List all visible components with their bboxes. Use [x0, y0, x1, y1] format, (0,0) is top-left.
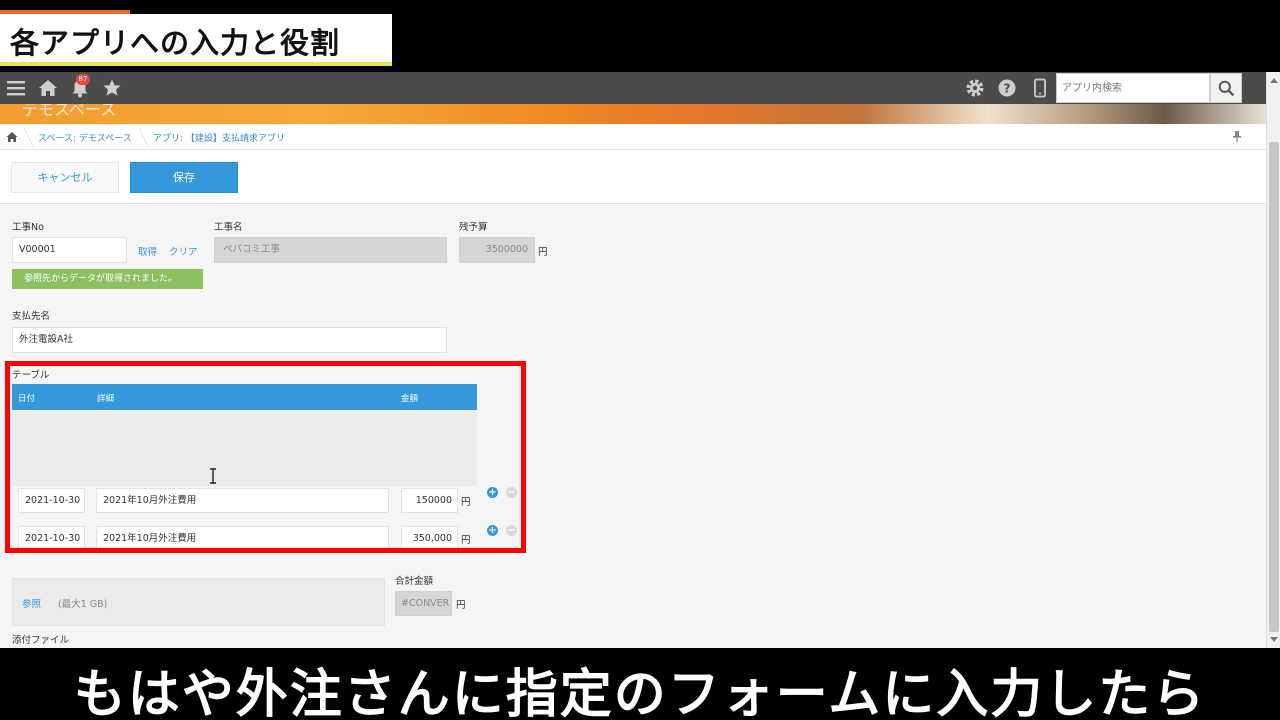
- table-row: [12, 448, 477, 486]
- space-banner-title: デモスペース: [22, 104, 117, 119]
- save-button[interactable]: 保存: [130, 162, 238, 193]
- column-detail: 詳細: [97, 394, 115, 404]
- project-no-input[interactable]: V00001: [12, 237, 127, 263]
- breadcrumb-home-icon[interactable]: [6, 131, 18, 143]
- subtitle-text: もはや外注さんに指定のフォームに入力したら: [73, 665, 1207, 720]
- clear-link[interactable]: クリア: [169, 244, 198, 258]
- total-amount-label: 合計金額: [395, 576, 434, 587]
- caption-title: 各アプリへの入力と役割: [10, 26, 341, 60]
- breadcrumb-separator: [138, 128, 149, 146]
- row2-amount-unit: 円: [461, 535, 471, 546]
- bottom-caption: もはや外注さんに指定のフォームに入力したら: [0, 648, 1280, 720]
- fetch-link[interactable]: 取得: [138, 244, 157, 258]
- column-date: 日付: [18, 394, 36, 404]
- remove-row-icon[interactable]: −: [506, 525, 517, 536]
- row2-amount-input[interactable]: 350,000: [401, 526, 458, 551]
- search-button[interactable]: [1210, 73, 1242, 103]
- svg-text:?: ?: [1004, 82, 1011, 96]
- add-row-icon[interactable]: +: [487, 525, 498, 536]
- breadcrumb-separator: [23, 128, 34, 146]
- pin-icon[interactable]: [1232, 131, 1242, 143]
- scroll-thumb[interactable]: [1269, 142, 1279, 632]
- record-action-bar: キャンセル 保存: [0, 151, 1266, 204]
- text-cursor-icon: [210, 468, 216, 484]
- breadcrumb: スペース: デモスペース アプリ: 【建設】支払請求アプリ: [0, 124, 1266, 150]
- table-header: 日付 詳細 金額: [12, 384, 477, 410]
- scroll-down-icon[interactable]: [1270, 637, 1278, 642]
- column-amount: 金額: [401, 394, 419, 404]
- row1-date-input[interactable]: 2021-10-30: [18, 488, 85, 513]
- attachment-label: 添付ファイル: [12, 635, 70, 646]
- row1-amount-unit: 円: [461, 497, 471, 508]
- total-amount-field: #CONVER: [395, 591, 452, 616]
- project-no-label: 工事No: [12, 222, 44, 233]
- gear-icon[interactable]: [965, 78, 985, 98]
- scroll-up-icon[interactable]: [1270, 78, 1278, 83]
- top-caption: 各アプリへの入力と役割: [0, 0, 1280, 72]
- remaining-budget-unit: 円: [538, 247, 548, 258]
- attachment-browse-link[interactable]: 参照: [22, 596, 41, 610]
- breadcrumb-space-link[interactable]: スペース: デモスペース: [38, 131, 132, 144]
- app-header: 87 ?: [0, 72, 1266, 104]
- attachment-size-limit: (最大1 GB): [58, 599, 108, 610]
- total-amount-unit: 円: [456, 600, 466, 611]
- payee-input[interactable]: 外注電設A社: [12, 327, 447, 353]
- page-scrollbar[interactable]: [1266, 72, 1280, 648]
- menu-icon[interactable]: [6, 78, 26, 98]
- remaining-budget-field: 3500000: [459, 237, 535, 263]
- notification-badge: 87: [76, 74, 90, 85]
- project-name-label: 工事名: [214, 222, 243, 233]
- remove-row-icon[interactable]: −: [506, 487, 517, 498]
- home-icon[interactable]: [38, 78, 58, 98]
- row1-amount-input[interactable]: 150000: [401, 488, 458, 513]
- lookup-success-notice: 参照先からデータが取得されました。: [12, 269, 203, 289]
- space-banner: デモスペース: [0, 104, 1266, 124]
- project-name-field: ペパコミ工事: [214, 237, 447, 263]
- row2-date-input[interactable]: 2021-10-30: [18, 526, 85, 551]
- search-icon: [1218, 80, 1235, 97]
- help-icon[interactable]: ?: [997, 78, 1017, 98]
- remaining-budget-label: 残予算: [459, 222, 488, 233]
- table-label: テーブル: [12, 370, 50, 381]
- payee-label: 支払先名: [12, 311, 51, 322]
- app-window: 87 ? デモスペース スペース: デモスペース アプリ: 【建設】支払請求アプ…: [0, 72, 1280, 648]
- mobile-icon[interactable]: [1030, 78, 1050, 98]
- table-row: [12, 410, 477, 448]
- star-icon[interactable]: [102, 78, 122, 98]
- row2-detail-input[interactable]: 2021年10月外注費用: [96, 526, 389, 551]
- app-search-input[interactable]: [1056, 73, 1210, 103]
- breadcrumb-app-link[interactable]: アプリ: 【建設】支払請求アプリ: [153, 131, 285, 144]
- add-row-icon[interactable]: +: [487, 487, 498, 498]
- attachment-dropzone[interactable]: 参照 (最大1 GB): [12, 578, 385, 626]
- row1-detail-input[interactable]: 2021年10月外注費用: [96, 488, 389, 513]
- cancel-button[interactable]: キャンセル: [11, 162, 119, 193]
